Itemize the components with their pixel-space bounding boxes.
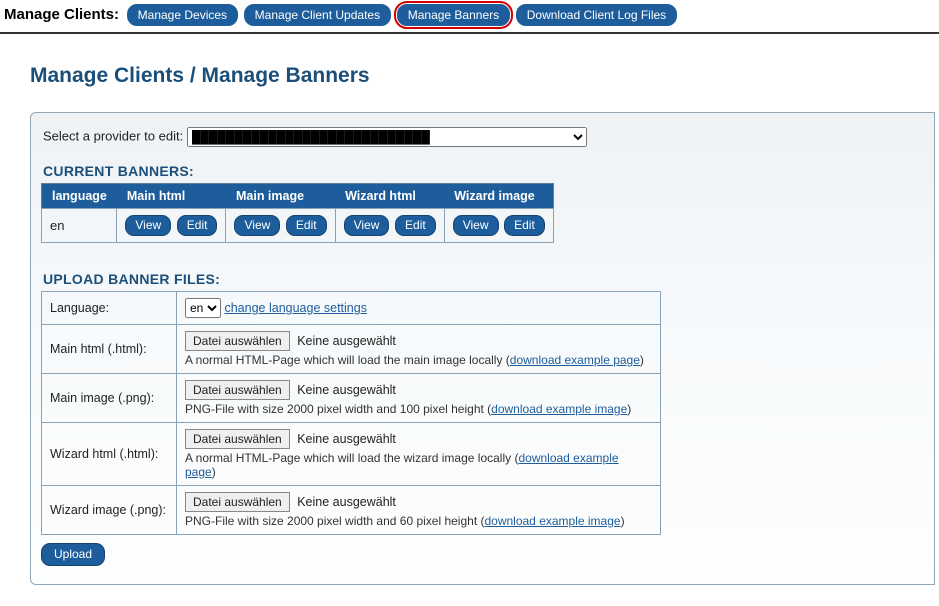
- upload-row-main-html: Main html (.html): Datei auswählen Keine…: [42, 325, 661, 374]
- provider-row: Select a provider to edit: █████████████…: [41, 123, 924, 157]
- provider-label: Select a provider to edit:: [43, 128, 183, 143]
- main-image-cell: Datei auswählen Keine ausgewählt PNG-Fil…: [177, 374, 661, 423]
- main-image-file-button[interactable]: Datei auswählen: [185, 380, 290, 400]
- language-label: Language:: [42, 292, 177, 325]
- edit-main-html-button[interactable]: Edit: [177, 215, 218, 236]
- cell-wizard-html: View Edit: [335, 209, 444, 243]
- main-html-file-status: Keine ausgewählt: [297, 334, 396, 348]
- view-wizard-html-button[interactable]: View: [344, 215, 390, 236]
- current-banners-heading: CURRENT BANNERS:: [43, 163, 924, 179]
- upload-button[interactable]: Upload: [41, 543, 105, 566]
- main-image-example-link[interactable]: download example image: [491, 402, 627, 416]
- nav-download-log-files[interactable]: Download Client Log Files: [516, 4, 677, 26]
- upload-row-language: Language: en change language settings: [42, 292, 661, 325]
- main-panel: Select a provider to edit: █████████████…: [30, 112, 935, 585]
- page-title: Manage Clients / Manage Banners: [30, 64, 939, 88]
- upload-table: Language: en change language settings Ma…: [41, 291, 661, 535]
- col-language: language: [42, 184, 117, 209]
- main-image-file-status: Keine ausgewählt: [297, 383, 396, 397]
- main-html-file-button[interactable]: Datei auswählen: [185, 331, 290, 351]
- wizard-image-file-status: Keine ausgewählt: [297, 495, 396, 509]
- wizard-html-label: Wizard html (.html):: [42, 423, 177, 486]
- table-row: en View Edit View Edit View Edit View Ed…: [42, 209, 554, 243]
- cell-wizard-image: View Edit: [444, 209, 553, 243]
- col-wizard-image: Wizard image: [444, 184, 553, 209]
- table-header-row: language Main html Main image Wizard htm…: [42, 184, 554, 209]
- edit-wizard-html-button[interactable]: Edit: [395, 215, 436, 236]
- main-html-hint: A normal HTML-Page which will load the m…: [185, 353, 652, 367]
- language-cell: en change language settings: [177, 292, 661, 325]
- wizard-image-hint: PNG-File with size 2000 pixel width and …: [185, 514, 652, 528]
- language-select[interactable]: en: [185, 298, 221, 318]
- col-main-html: Main html: [117, 184, 226, 209]
- wizard-image-file-button[interactable]: Datei auswählen: [185, 492, 290, 512]
- col-wizard-html: Wizard html: [335, 184, 444, 209]
- wizard-image-label: Wizard image (.png):: [42, 486, 177, 535]
- edit-wizard-image-button[interactable]: Edit: [504, 215, 545, 236]
- main-image-label: Main image (.png):: [42, 374, 177, 423]
- content-area: Manage Clients / Manage Banners Select a…: [0, 34, 939, 585]
- nav-manage-banners[interactable]: Manage Banners: [397, 4, 510, 26]
- upload-row-wizard-html: Wizard html (.html): Datei auswählen Kei…: [42, 423, 661, 486]
- cell-main-html: View Edit: [117, 209, 226, 243]
- main-html-cell: Datei auswählen Keine ausgewählt A norma…: [177, 325, 661, 374]
- wizard-html-file-button[interactable]: Datei auswählen: [185, 429, 290, 449]
- upload-row-main-image: Main image (.png): Datei auswählen Keine…: [42, 374, 661, 423]
- wizard-html-file-status: Keine ausgewählt: [297, 432, 396, 446]
- provider-select[interactable]: ████████████████████████████: [187, 127, 587, 147]
- main-image-hint: PNG-File with size 2000 pixel width and …: [185, 402, 652, 416]
- upload-row-wizard-image: Wizard image (.png): Datei auswählen Kei…: [42, 486, 661, 535]
- change-language-link[interactable]: change language settings: [224, 301, 366, 315]
- col-main-image: Main image: [226, 184, 335, 209]
- top-nav: Manage Clients: Manage Devices Manage Cl…: [0, 0, 939, 34]
- nav-manage-client-updates[interactable]: Manage Client Updates: [244, 4, 391, 26]
- upload-button-row: Upload: [41, 543, 924, 566]
- wizard-image-example-link[interactable]: download example image: [484, 514, 620, 528]
- upload-panel: UPLOAD BANNER FILES: Language: en change…: [41, 271, 924, 566]
- current-banners-table: language Main html Main image Wizard htm…: [41, 183, 554, 243]
- nav-manage-devices[interactable]: Manage Devices: [127, 4, 238, 26]
- cell-language: en: [42, 209, 117, 243]
- main-html-label: Main html (.html):: [42, 325, 177, 374]
- upload-heading: UPLOAD BANNER FILES:: [43, 271, 924, 287]
- edit-main-image-button[interactable]: Edit: [286, 215, 327, 236]
- view-wizard-image-button[interactable]: View: [453, 215, 499, 236]
- cell-main-image: View Edit: [226, 209, 335, 243]
- view-main-html-button[interactable]: View: [125, 215, 171, 236]
- wizard-html-hint: A normal HTML-Page which will load the w…: [185, 451, 652, 479]
- main-html-example-link[interactable]: download example page: [510, 353, 640, 367]
- view-main-image-button[interactable]: View: [234, 215, 280, 236]
- top-nav-label: Manage Clients:: [4, 6, 119, 23]
- wizard-image-cell: Datei auswählen Keine ausgewählt PNG-Fil…: [177, 486, 661, 535]
- wizard-html-cell: Datei auswählen Keine ausgewählt A norma…: [177, 423, 661, 486]
